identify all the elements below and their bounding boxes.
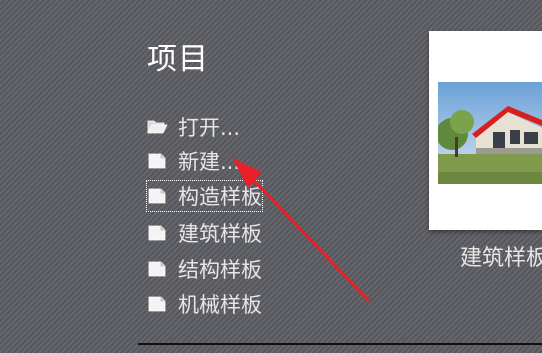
menu-item-label: 机械样板 <box>178 293 262 317</box>
document-icon <box>147 153 168 169</box>
menu-item-label: 建筑样板 <box>178 222 262 246</box>
document-icon <box>147 296 168 312</box>
document-icon <box>147 261 168 277</box>
menu-item-architectural-template[interactable]: 建筑样板 <box>147 218 262 248</box>
menu-item-label: 构造样板 <box>178 185 262 209</box>
menu-item-open[interactable]: 打开... <box>147 112 240 142</box>
divider <box>138 343 542 345</box>
menu-item-structural-template[interactable]: 结构样板 <box>147 254 262 284</box>
menu-item-construction-template[interactable]: 构造样板 <box>146 180 263 212</box>
menu-item-label: 结构样板 <box>178 258 262 282</box>
menu-item-mechanical-template[interactable]: 机械样板 <box>147 289 262 319</box>
preview-caption: 建筑样板 <box>460 246 542 271</box>
folder-open-icon <box>147 119 168 135</box>
menu-item-label: 打开... <box>178 116 241 140</box>
menu-item-new[interactable]: 新建... <box>147 146 240 176</box>
document-icon <box>147 188 168 204</box>
document-icon <box>147 225 168 241</box>
section-title: 项目 <box>147 42 209 77</box>
menu-item-label: 新建... <box>178 150 241 174</box>
house-thumbnail-image[interactable] <box>438 82 542 184</box>
